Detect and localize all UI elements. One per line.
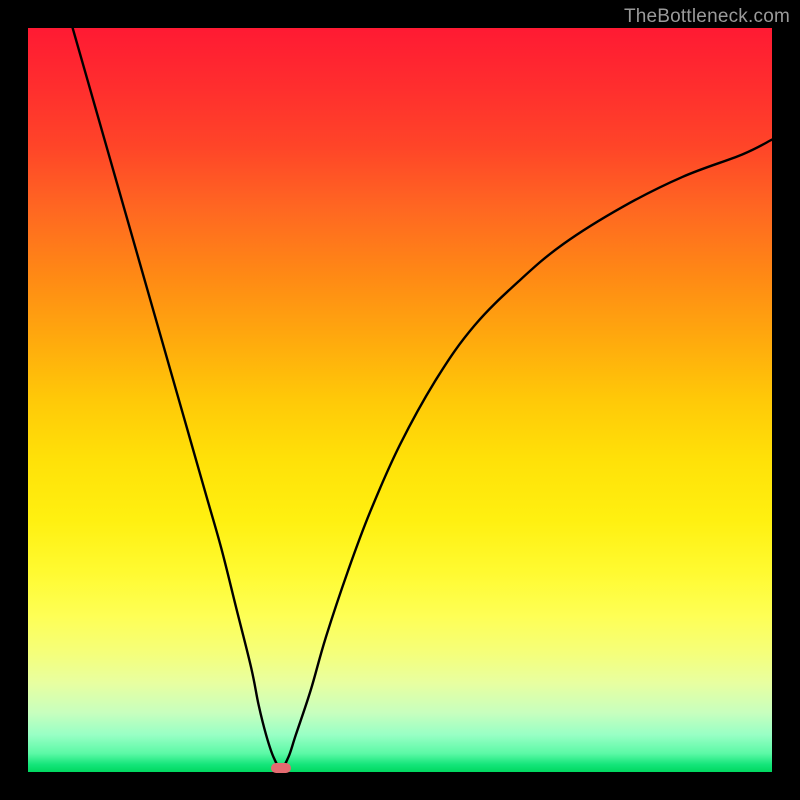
bottleneck-curve xyxy=(28,28,772,772)
minimum-marker xyxy=(271,763,291,773)
plot-area xyxy=(28,28,772,772)
watermark-text: TheBottleneck.com xyxy=(624,6,790,28)
